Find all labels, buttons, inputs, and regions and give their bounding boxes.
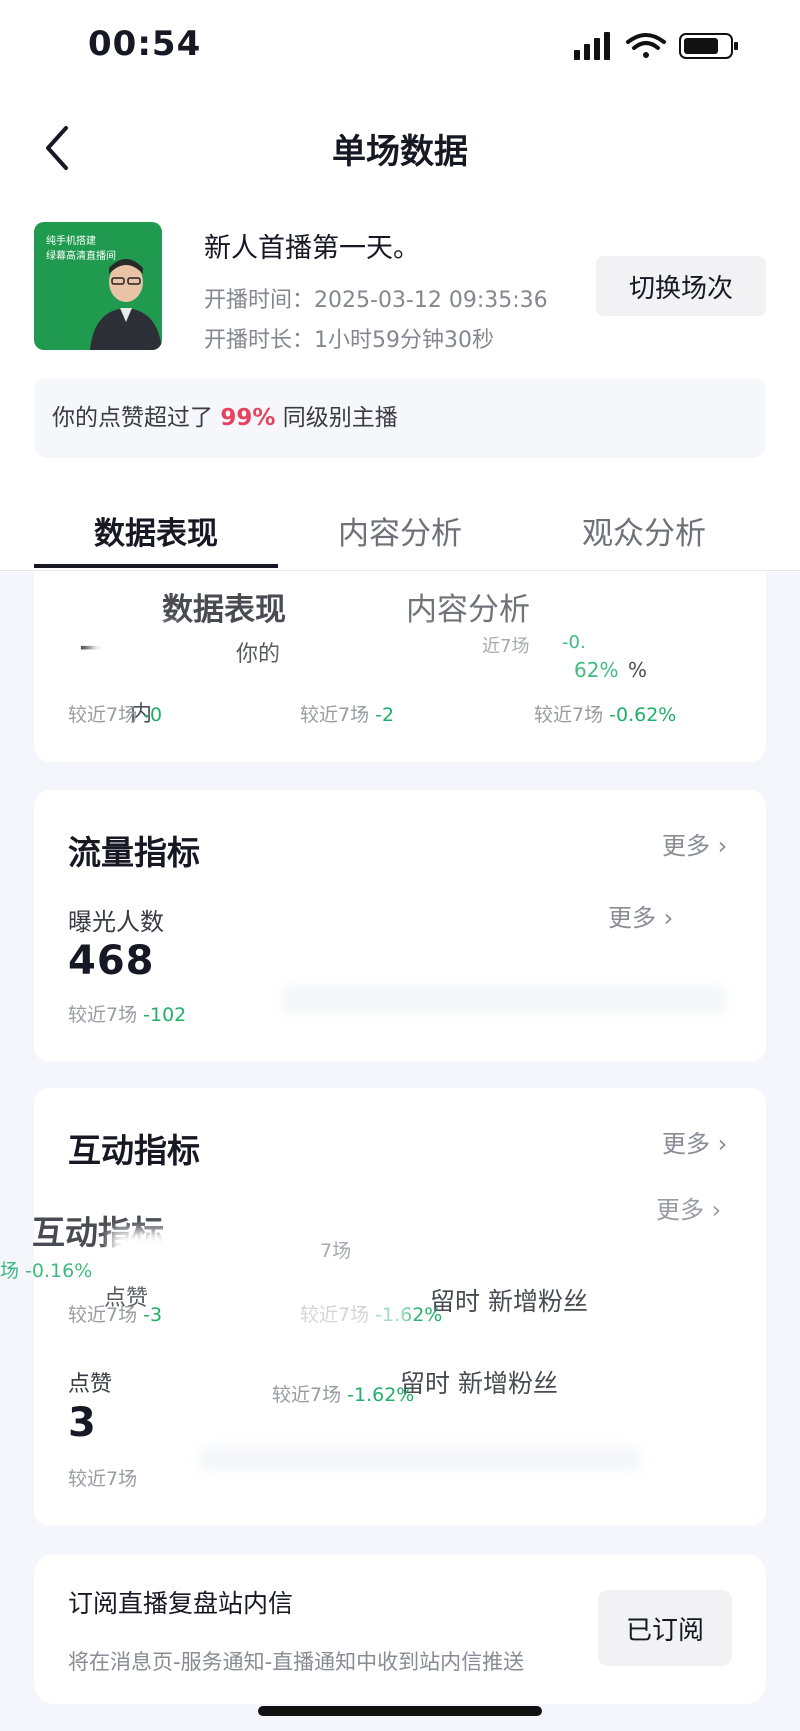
more-label: 更多 [662,1130,710,1158]
compare-delta: -0 [143,704,163,726]
duration-row: 开播时长：1小时59分钟30秒 [204,322,494,354]
compare-prefix: 较近7场 [68,1304,138,1326]
duration-value: 1小时59分钟30秒 [314,328,495,353]
exposure-value: 468 [68,938,155,984]
more-label: 更多 [656,1196,704,1224]
ghost-compare-a: 场 -0.16% [0,1260,93,1282]
interaction-card-title: 互动指标 [68,1131,200,1170]
compare-delta: -3 [143,1304,163,1326]
compare-delta: -0.62% [609,704,677,726]
like-label: 点赞 [68,1372,113,1397]
like-banner-suffix: 同级别主播 [282,405,398,431]
chevron-right-icon: › [710,1130,728,1158]
ghost-tab-data: 数据表现 [162,592,286,628]
cover-caption-line1: 纯手机搭建 [46,236,96,247]
battery-icon [679,33,738,59]
wifi-icon [626,33,666,58]
start-time-row: 开播时间：2025-03-12 09:35:36 [204,282,548,314]
exposure-label: 曝光人数 [68,908,164,936]
traffic-more-link[interactable]: 更多 › [662,826,727,861]
exposure-compare: 较近7场 -102 [68,1000,186,1027]
like-ranking-banner: 你的点赞超过了 99% 同级别主播 [34,378,766,458]
like-banner-percent: 99% [220,405,276,431]
compare-prefix: 较近7场 [272,1384,342,1406]
blur-patch [290,1300,410,1340]
compare-prefix: 较近7场 [68,1004,138,1026]
tabs-divider [0,570,800,571]
compare-prefix: 较近7场 [68,704,138,726]
ghost-you: 你的 [236,642,281,667]
traffic-metrics-card: 流量指标 更多 › 更多 › 曝光人数 468 较近7场 -102 [34,790,766,1062]
traffic-card-title: 流量指标 [68,833,200,872]
status-time: 00:54 [88,24,202,64]
switch-session-button[interactable]: 切换场次 [596,256,766,316]
compare-delta: -2 [375,704,395,726]
interaction-compare-3: 较近7场 -1.62% [272,1380,414,1407]
chevron-right-icon: › [704,1196,722,1224]
start-time-label: 开播时间： [204,288,315,313]
like-compare: 较近7场 [68,1464,137,1491]
interaction-more-link[interactable]: 更多 › [662,1124,727,1159]
like-value: 3 [68,1400,97,1446]
active-tab-indicator [34,564,278,568]
ghost-near7: 近7场 [482,636,530,657]
blur-patch [286,630,446,690]
ghost-more: 更多 › [656,1190,721,1225]
page-title: 单场数据 [332,132,468,172]
ghost-minus: -0. [562,632,586,653]
compare-prefix: 较近7场 [534,704,604,726]
status-icons [574,32,738,60]
interaction-compare-1: 较近7场 -3 [68,1300,162,1327]
more-label: 更多 [608,904,656,932]
ghost-pct: 62% [574,658,619,682]
blur-patch [90,626,180,696]
overview-compare-3: 较近7场 -0.62% [534,700,676,727]
blur-patch [110,1230,200,1280]
overview-compare-1: 较近7场 -0 [68,700,162,727]
presenter-image [90,259,162,350]
page: 00:54 单场数据 纯手机搭建 绿幕高清直播间 新人首播第一天。 开播时间：2… [0,0,800,1731]
ghost-tab-content: 内容分析 [406,592,530,628]
compare-prefix: 较近7场 [68,1468,138,1490]
blur-patch [200,1448,640,1470]
more-label: 更多 [662,832,710,860]
tab-audience-analysis[interactable]: 观众分析 [522,508,766,553]
subscription-title: 订阅直播复盘站内信 [68,1589,294,1618]
traffic-more-ghost: 更多 › [608,898,673,933]
blur-patch [284,986,724,1012]
tab-data-performance[interactable]: 数据表现 [34,508,278,553]
tab-content-analysis[interactable]: 内容分析 [278,508,522,553]
ghost-new-fans-a: 留时 新增粉丝 [430,1287,588,1316]
stream-title: 新人首播第一天。 [204,233,420,264]
ghost-new-fans-b: 留时 新增粉丝 [400,1369,558,1398]
home-indicator [258,1706,542,1716]
compare-delta: -1.62% [347,1384,415,1406]
start-time-value: 2025-03-12 09:35:36 [314,288,548,313]
duration-label: 开播时长： [204,328,315,353]
subscription-card: 订阅直播复盘站内信 将在消息页-服务通知-直播通知中收到站内信推送 已订阅 [34,1554,766,1704]
subscribed-button[interactable]: 已订阅 [598,1590,732,1666]
ghost-7: 7场 [320,1240,352,1262]
stream-cover[interactable]: 纯手机搭建 绿幕高清直播间 [34,222,162,350]
overview-compare-2: 较近7场 -2 [300,700,394,727]
like-banner-prefix: 你的点赞超过了 [52,405,213,431]
signal-icon [574,32,610,60]
subscription-description: 将在消息页-服务通知-直播通知中收到站内信推送 [68,1650,525,1674]
compare-delta: -102 [143,1004,187,1026]
chevron-right-icon: › [656,904,674,932]
compare-prefix: 较近7场 [300,704,370,726]
ghost-pct2: % [628,658,648,682]
chevron-right-icon: › [710,832,728,860]
